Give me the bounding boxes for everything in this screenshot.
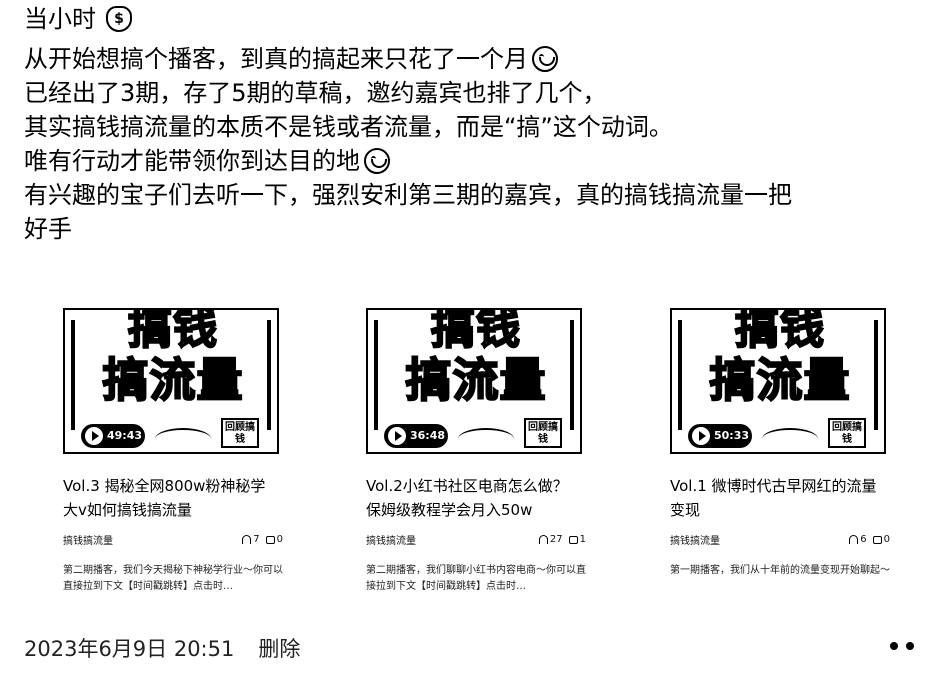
comments-stat: 0 xyxy=(872,534,890,545)
post-line: 其实搞钱搞流量的本质不是钱或者流量，而是“搞”这个动词。 xyxy=(24,110,944,144)
cover-stamp: 回顾搞钱 xyxy=(221,418,259,448)
cover-decoration xyxy=(71,320,75,430)
duration: 49:43 xyxy=(107,429,143,442)
podcast-cover[interactable]: 搞钱 搞流量 50:33 回顾搞钱 xyxy=(670,308,886,454)
post-timestamp: 2023年6月9日 20:51 xyxy=(24,637,235,661)
cover-decoration xyxy=(570,320,574,430)
laughing-emoji-icon xyxy=(532,46,558,72)
cover-decoration xyxy=(678,320,682,430)
episode-stats: 7 0 xyxy=(242,534,283,545)
listener-count: 7 xyxy=(253,534,260,545)
cover-cloud-decoration xyxy=(155,428,211,450)
episode-meta: 搞钱搞流量 6 0 xyxy=(670,532,890,547)
cover-title-line2: 搞流量 xyxy=(405,353,547,407)
post-line: 好手 xyxy=(24,212,944,246)
cover-stamp: 回顾搞钱 xyxy=(524,418,562,448)
comment-icon xyxy=(872,535,882,544)
post-text: 其实搞钱搞流量的本质不是钱或者流量，而是“搞”这个动词。 xyxy=(24,113,673,141)
post-text: 从开始想搞个播客，到真的搞起来只花了一个月 xyxy=(24,45,528,73)
channel-name[interactable]: 搞钱搞流量 xyxy=(366,532,416,547)
more-dot-icon xyxy=(906,642,914,650)
channel-name[interactable]: 搞钱搞流量 xyxy=(63,532,113,547)
comments-stat: 1 xyxy=(568,534,586,545)
play-icon xyxy=(388,427,406,445)
cover-cloud-decoration xyxy=(762,428,818,450)
listener-count: 6 xyxy=(860,534,867,545)
post-text: 好手 xyxy=(24,215,72,243)
cover-decoration xyxy=(874,320,878,430)
episode-title[interactable]: Vol.1 微博时代古早网红的流量变现 xyxy=(670,474,880,522)
cover-decoration xyxy=(267,320,271,430)
headphones-icon xyxy=(849,535,859,544)
play-icon xyxy=(692,427,710,445)
cover-title-line1: 搞钱 xyxy=(430,308,521,355)
comment-count: 0 xyxy=(883,534,890,545)
episode-meta: 搞钱搞流量 27 1 xyxy=(366,532,586,547)
post-header: 当小时 $ xyxy=(24,4,132,34)
cover-title-line1: 搞钱 xyxy=(734,308,825,355)
post-text: 已经出了3期，存了5期的草稿，邀约嘉宾也排了几个， xyxy=(24,79,607,107)
cover-stamp: 回顾搞钱 xyxy=(828,418,866,448)
post-footer: 2023年6月9日 20:51 删除 xyxy=(24,634,300,664)
podcast-cover[interactable]: 搞钱 搞流量 36:48 回顾搞钱 xyxy=(366,308,582,454)
episode-meta: 搞钱搞流量 7 0 xyxy=(63,532,283,547)
comment-icon xyxy=(568,535,578,544)
listeners-stat: 7 xyxy=(242,534,260,545)
comment-icon xyxy=(265,535,275,544)
cover-title-line2: 搞流量 xyxy=(102,353,244,407)
episode-description: 第二期播客，我们聊聊小红书内容电商～你可以直接拉到下文【时间戳跳转】点击时… xyxy=(366,565,586,592)
post-text: 唯有行动才能带领你到达目的地 xyxy=(24,147,360,175)
podcast-card[interactable]: 搞钱 搞流量 50:33 回顾搞钱 Vol.1 微博时代古早网红的流量变现 搞钱… xyxy=(670,308,890,579)
play-button[interactable]: 36:48 xyxy=(384,424,448,448)
play-button[interactable]: 49:43 xyxy=(81,424,145,448)
post-body: 从开始想搞个播客，到真的搞起来只花了一个月 已经出了3期，存了5期的草稿，邀约嘉… xyxy=(24,42,944,246)
episode-title[interactable]: Vol.3 揭秘全网800w粉神秘学大v如何搞钱搞流量 xyxy=(63,474,273,522)
money-bag-icon: $ xyxy=(106,6,132,32)
listeners-stat: 6 xyxy=(849,534,867,545)
headphones-icon xyxy=(538,535,548,544)
podcast-cover[interactable]: 搞钱 搞流量 49:43 回顾搞钱 xyxy=(63,308,279,454)
cover-decoration xyxy=(374,320,378,430)
episode-stats: 27 1 xyxy=(538,534,586,545)
post-line: 已经出了3期，存了5期的草稿，邀约嘉宾也排了几个， xyxy=(24,76,944,110)
duration: 36:48 xyxy=(410,429,446,442)
post-line: 有兴趣的宝子们去听一下，强烈安利第三期的嘉宾，真的搞钱搞流量一把 xyxy=(24,178,944,212)
post-line: 唯有行动才能带领你到达目的地 xyxy=(24,144,944,178)
delete-button[interactable]: 删除 xyxy=(258,634,300,664)
cover-title-line1: 搞钱 xyxy=(127,308,218,355)
more-dot-icon xyxy=(890,642,898,650)
comments-stat: 0 xyxy=(265,534,283,545)
duration: 50:33 xyxy=(714,429,750,442)
listener-count: 27 xyxy=(549,534,563,545)
post-text: 有兴趣的宝子们去听一下，强烈安利第三期的嘉宾，真的搞钱搞流量一把 xyxy=(24,181,792,209)
play-icon xyxy=(85,427,103,445)
play-button[interactable]: 50:33 xyxy=(688,424,752,448)
episode-description: 第二期播客，我们今天揭秘下神秘学行业～你可以直接拉到下文【时间戳跳转】点击时… xyxy=(63,565,283,592)
channel-name[interactable]: 搞钱搞流量 xyxy=(670,532,720,547)
comment-count: 0 xyxy=(276,534,283,545)
episode-description: 第一期播客，我们从十年前的流量变现开始聊起～ xyxy=(670,565,890,576)
listeners-stat: 27 xyxy=(538,534,563,545)
podcast-card[interactable]: 搞钱 搞流量 49:43 回顾搞钱 Vol.3 揭秘全网800w粉神秘学大v如何… xyxy=(63,308,283,595)
podcast-cards: 搞钱 搞流量 49:43 回顾搞钱 Vol.3 揭秘全网800w粉神秘学大v如何… xyxy=(0,308,948,608)
headphones-icon xyxy=(242,535,252,544)
author-name: 当小时 xyxy=(24,5,96,33)
cover-cloud-decoration xyxy=(458,428,514,450)
episode-stats: 6 0 xyxy=(849,534,890,545)
more-options-button[interactable] xyxy=(890,642,914,650)
podcast-card[interactable]: 搞钱 搞流量 36:48 回顾搞钱 Vol.2小红书社区电商怎么做？保姆级教程学… xyxy=(366,308,586,595)
episode-title[interactable]: Vol.2小红书社区电商怎么做？保姆级教程学会月入50w xyxy=(366,474,576,522)
grinning-emoji-icon xyxy=(364,148,390,174)
comment-count: 1 xyxy=(579,534,586,545)
post-line: 从开始想搞个播客，到真的搞起来只花了一个月 xyxy=(24,42,944,76)
cover-title-line2: 搞流量 xyxy=(709,353,851,407)
